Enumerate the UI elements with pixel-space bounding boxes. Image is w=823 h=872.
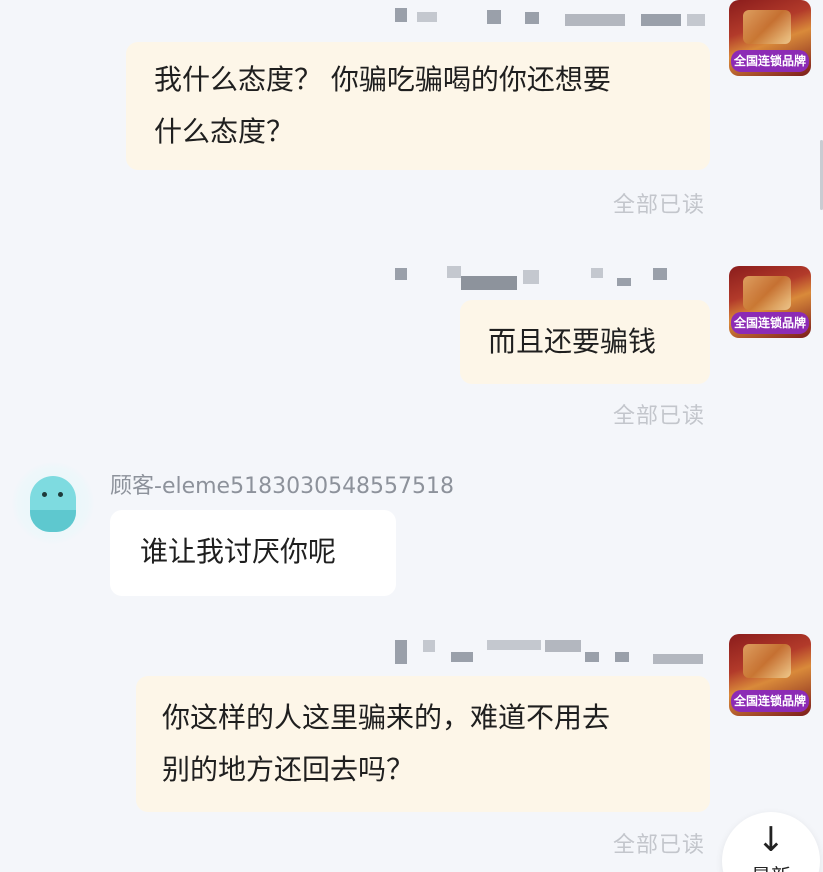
eye-icon [58, 492, 63, 497]
eye-icon [42, 492, 47, 497]
message-line: 谁让我讨厌你呢 [140, 535, 337, 568]
read-status: 全部已读 [613, 193, 706, 218]
merchant-avatar[interactable]: 全国连锁品牌 [729, 0, 811, 76]
merchant-avatar[interactable]: 全国连锁品牌 [729, 634, 811, 716]
customer-avatar-face [30, 476, 76, 532]
newest-button-label: 最新 [751, 864, 791, 872]
message-line: 你这样的人这里骗来的，难道不用去 [162, 701, 611, 734]
blurred-sender-name [395, 638, 710, 664]
brand-badge: 全国连锁品牌 [731, 312, 809, 334]
message-line: 而且还要骗钱 [488, 325, 657, 358]
brand-badge: 全国连锁品牌 [731, 50, 809, 72]
scroll-to-newest-button[interactable]: ↓ 最新 [722, 812, 820, 872]
blurred-sender-name [395, 6, 710, 28]
avatar-mouth [30, 510, 76, 532]
message-line: 我什么态度？ 你骗吃骗喝的你还想要 [154, 63, 611, 96]
message-line: 什么态度？ [154, 115, 295, 148]
read-status: 全部已读 [613, 404, 706, 429]
customer-name: 顾客-eleme5183030548557518 [110, 474, 455, 499]
message-bubble-merchant[interactable]: 我什么态度？ 你骗吃骗喝的你还想要 什么态度？ [126, 42, 710, 170]
message-bubble-merchant[interactable]: 而且还要骗钱 [460, 300, 710, 384]
food-image [743, 644, 791, 678]
merchant-avatar[interactable]: 全国连锁品牌 [729, 266, 811, 338]
food-image [743, 10, 791, 44]
brand-badge: 全国连锁品牌 [731, 690, 809, 712]
customer-avatar[interactable] [12, 462, 94, 544]
chat-window: 全国连锁品牌 我什么态度？ 你骗吃骗喝的你还想要 什么态度？ 全部已读 全国连锁… [0, 0, 823, 872]
read-status: 全部已读 [613, 833, 706, 858]
message-bubble-merchant[interactable]: 你这样的人这里骗来的，难道不用去 别的地方还回去吗？ [136, 676, 710, 812]
blurred-sender-name [395, 266, 685, 290]
message-line: 别的地方还回去吗？ [162, 753, 415, 786]
arrow-down-icon: ↓ [756, 820, 786, 860]
food-image [743, 276, 791, 310]
message-bubble-customer[interactable]: 谁让我讨厌你呢 [110, 510, 396, 596]
